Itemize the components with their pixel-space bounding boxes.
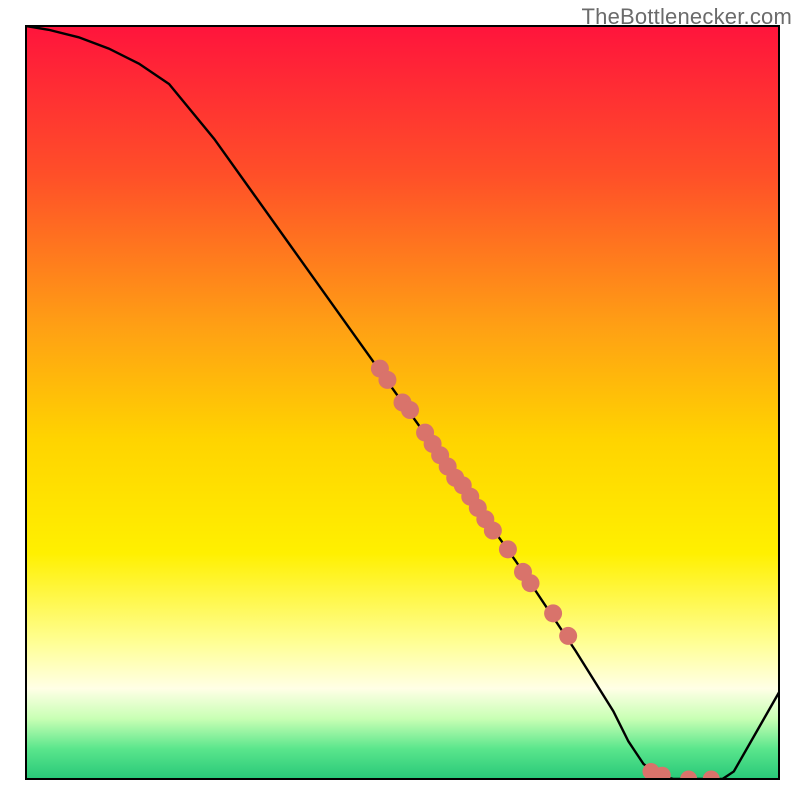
scatter-point — [484, 522, 502, 540]
scatter-point — [544, 604, 562, 622]
scatter-point — [378, 371, 396, 389]
scatter-point — [559, 627, 577, 645]
scatter-point — [654, 767, 671, 784]
scatter-point — [522, 574, 540, 592]
scatter-point — [499, 540, 517, 558]
watermark-text: TheBottlenecker.com — [582, 4, 792, 30]
chart-container: TheBottlenecker.com — [0, 0, 800, 800]
scatter-point — [401, 401, 419, 419]
chart-svg — [0, 0, 800, 800]
